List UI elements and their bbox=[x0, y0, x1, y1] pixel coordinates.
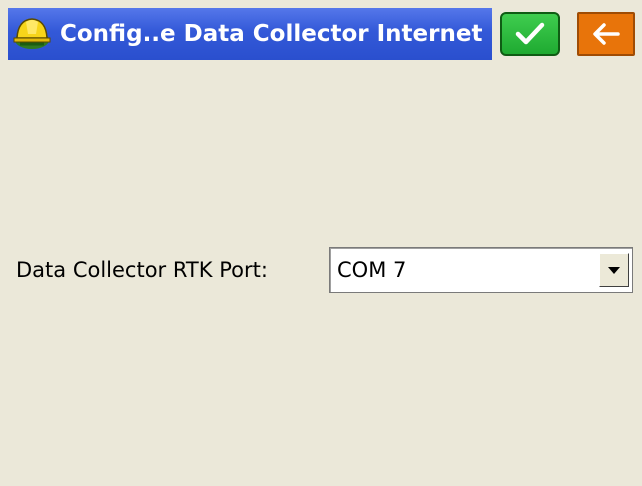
rtk-port-select[interactable]: COM 7 bbox=[329, 247, 633, 293]
back-button[interactable] bbox=[577, 12, 635, 56]
rtk-port-label: Data Collector RTK Port: bbox=[16, 258, 268, 282]
rtk-port-value: COM 7 bbox=[337, 258, 407, 282]
hardhat-icon bbox=[12, 14, 52, 54]
window-title: Config..e Data Collector Internet bbox=[60, 21, 483, 47]
title-bar: Config..e Data Collector Internet bbox=[0, 0, 642, 60]
title-strip: Config..e Data Collector Internet bbox=[8, 8, 492, 60]
checkmark-icon bbox=[515, 22, 545, 45]
chevron-down-icon[interactable] bbox=[599, 253, 629, 287]
ok-button[interactable] bbox=[500, 12, 560, 56]
arrow-left-icon bbox=[593, 23, 620, 45]
